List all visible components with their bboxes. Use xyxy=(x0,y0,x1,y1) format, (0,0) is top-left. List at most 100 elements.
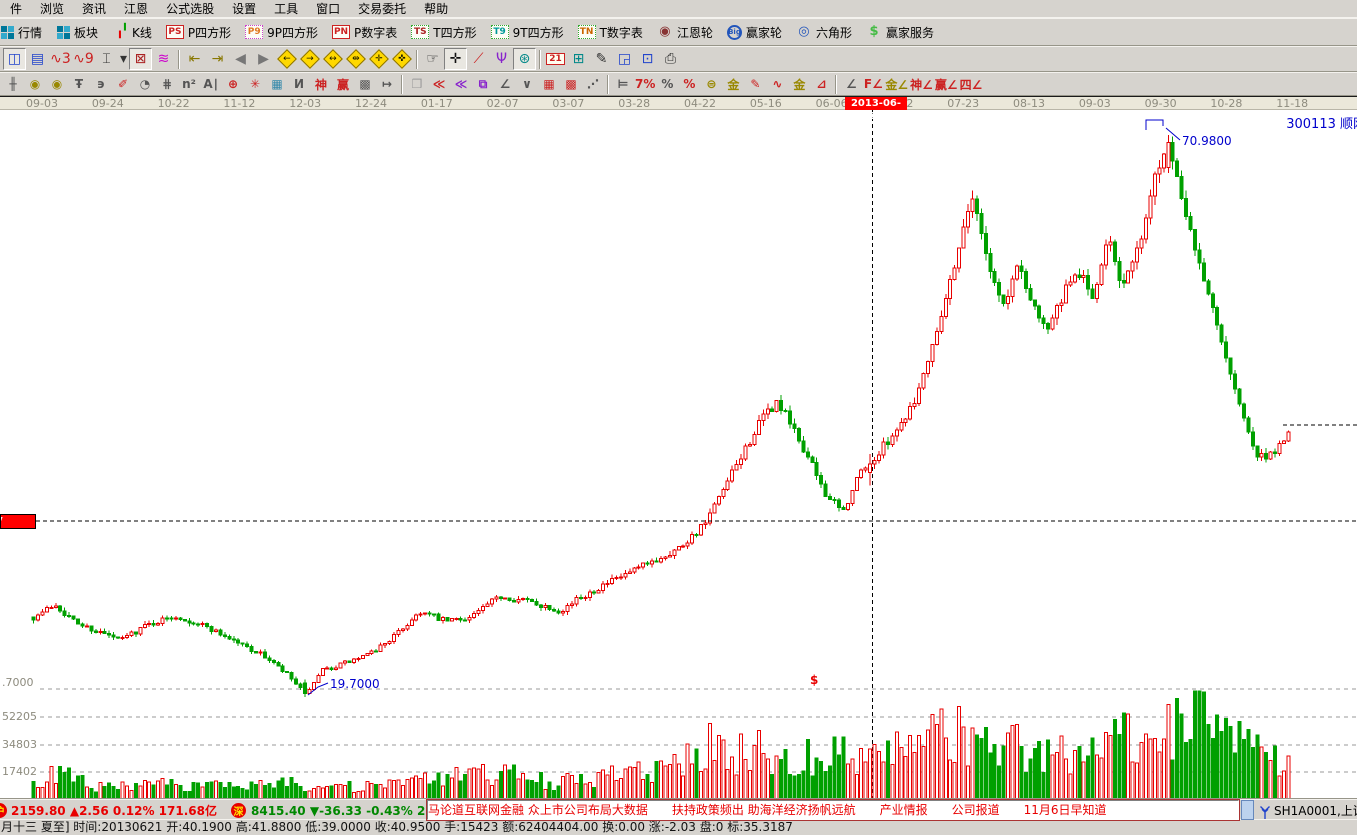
gann-fork-tool-icon[interactable]: Ψ xyxy=(490,48,513,70)
smart-analysis-icon[interactable]: ⊛ xyxy=(513,48,536,70)
view-hexagon[interactable]: ◎六角形 xyxy=(789,20,859,44)
view-t-square[interactable]: TST四方形 xyxy=(404,20,483,44)
v-wave-icon[interactable]: ∨ xyxy=(516,74,538,94)
gann-box-icon[interactable]: ▦ xyxy=(266,74,288,94)
save-icon[interactable]: ◲ xyxy=(613,48,636,70)
notes-icon[interactable]: ✎ xyxy=(590,48,613,70)
compress-h-icon[interactable]: ⇹ xyxy=(344,48,367,70)
grid-red-2-icon[interactable]: ▩ xyxy=(560,74,582,94)
hand-tool-icon[interactable]: ☞ xyxy=(421,48,444,70)
percent-icon[interactable]: % xyxy=(656,74,678,94)
angle-ying-icon[interactable]: 赢∠ xyxy=(934,74,959,94)
gold-wheel-2-icon[interactable]: ◉ xyxy=(46,74,68,94)
spiral-icon[interactable]: ϶ xyxy=(90,74,112,94)
shen-tool-icon[interactable]: 神 xyxy=(310,74,332,94)
menu-item-4[interactable]: 公式选股 xyxy=(157,0,223,18)
next-bar-icon[interactable]: ▶ xyxy=(252,48,275,70)
comb-lines-icon[interactable]: ⋕ xyxy=(156,74,178,94)
angle-four-icon[interactable]: 四∠ xyxy=(959,74,984,94)
last-bar-icon[interactable]: ⇥ xyxy=(206,48,229,70)
prev-bar-icon[interactable]: ◀ xyxy=(229,48,252,70)
calendar-21-icon[interactable]: 21 xyxy=(544,48,567,70)
frame-tool-icon[interactable]: ❒ xyxy=(406,74,428,94)
view-quotes[interactable]: 行情 xyxy=(0,20,49,44)
map-view-icon[interactable]: ⊠ xyxy=(129,48,152,70)
angle-shen-icon[interactable]: 神∠ xyxy=(909,74,934,94)
fan-red-icon[interactable]: ≪ xyxy=(428,74,450,94)
shift-left-icon[interactable]: ← xyxy=(275,48,298,70)
gold-icon[interactable]: 金 xyxy=(788,74,810,94)
expand-h-icon[interactable]: ↔ xyxy=(321,48,344,70)
view-p-table[interactable]: PNP数字表 xyxy=(325,20,404,44)
first-bar-icon[interactable]: ⇤ xyxy=(183,48,206,70)
chart-3min-icon[interactable]: ∿3 xyxy=(49,48,72,70)
expand-all-icon[interactable]: ✛ xyxy=(367,48,390,70)
view-9p-square[interactable]: P99P四方形 xyxy=(238,20,325,44)
time-cycle-icon[interactable]: ◔ xyxy=(134,74,156,94)
menu-item-7[interactable]: 窗口 xyxy=(307,0,349,18)
view-winner-service[interactable]: $赢家服务 xyxy=(859,20,941,44)
extend-arrow-icon[interactable]: ↦ xyxy=(376,74,398,94)
gold-line-icon[interactable]: 金 xyxy=(722,74,744,94)
angle-gold-icon[interactable]: 金∠ xyxy=(884,74,909,94)
shift-right-icon[interactable]: → xyxy=(298,48,321,70)
starburst-icon[interactable]: ✳ xyxy=(244,74,266,94)
fan-purple-icon[interactable]: ≪ xyxy=(450,74,472,94)
market-overview-icon[interactable]: ◫ xyxy=(3,48,26,70)
angle-lines-icon[interactable]: ∠ xyxy=(494,74,516,94)
candlestick-chart[interactable] xyxy=(0,110,1357,799)
grid-red-icon[interactable]: ▦ xyxy=(538,74,560,94)
mirror-line-icon[interactable]: A∣ xyxy=(200,74,222,94)
view-sectors[interactable]: 板块 xyxy=(49,20,105,44)
menu-item-5[interactable]: 设置 xyxy=(223,0,265,18)
target-circle-icon[interactable]: ⊕ xyxy=(222,74,244,94)
three-lines-icon[interactable]: ⋰ xyxy=(582,74,604,94)
percent-strike-icon[interactable]: 7% xyxy=(634,74,656,94)
menu-item-0[interactable]: 件 xyxy=(1,0,31,18)
info-list-icon[interactable]: ▤ xyxy=(26,48,49,70)
menu-item-1[interactable]: 浏览 xyxy=(31,0,73,18)
percent-red-icon[interactable]: % xyxy=(678,74,700,94)
view-9t-square[interactable]: T99T四方形 xyxy=(484,20,571,44)
menu-item-3[interactable]: 江恩 xyxy=(115,0,157,18)
net-box-icon[interactable]: ▩ xyxy=(354,74,376,94)
volume-profile-icon[interactable]: ≋ xyxy=(152,48,175,70)
chart-area[interactable]: 300113 顺网 70.9800 19.7000 $ 7 .7000 5220… xyxy=(0,110,1357,799)
view-gann-wheel[interactable]: ◉江恩轮 xyxy=(650,20,720,44)
gold-ring-icon[interactable]: ⊜ xyxy=(700,74,722,94)
view-t-table[interactable]: TNT数字表 xyxy=(571,20,650,44)
gold-wheel-1-icon[interactable]: ◉ xyxy=(24,74,46,94)
price-scale-icon[interactable]: ⊨ xyxy=(612,74,634,94)
view-p-square[interactable]: PSP四方形 xyxy=(159,20,238,44)
gann-grid-icon[interactable]: ╫ xyxy=(2,74,24,94)
view-kline[interactable]: ╻╹K线 xyxy=(105,20,159,44)
menu-item-9[interactable]: 帮助 xyxy=(415,0,457,18)
angle-f-icon[interactable]: F∠ xyxy=(862,74,884,94)
news-ticker[interactable]: 马论道互联网金融 众上市公司布局大数据 扶持政策频出 助海洋经济扬帆远航 产业情… xyxy=(427,800,1239,820)
fan-box-icon[interactable]: ⧉ xyxy=(472,74,494,94)
brush-red-icon[interactable]: ✎ xyxy=(744,74,766,94)
spray-tool-icon[interactable]: ✐ xyxy=(112,74,134,94)
chart-9min-icon[interactable]: ∿9 xyxy=(72,48,95,70)
kline-style-dropdown[interactable]: ▾ xyxy=(118,48,129,70)
wave-red-icon[interactable]: ∿ xyxy=(766,74,788,94)
view-winner-wheel[interactable]: Big赢家轮 xyxy=(720,20,789,44)
menu-item-6[interactable]: 工具 xyxy=(265,0,307,18)
menu-item-8[interactable]: 交易委托 xyxy=(349,0,415,18)
fit-all-icon[interactable]: ✜ xyxy=(390,48,413,70)
ying-tool-icon[interactable]: 赢 xyxy=(332,74,354,94)
f-ruler-icon[interactable]: Ŧ xyxy=(68,74,90,94)
sh-index-quote[interactable]: 2159.80 ▲2.56 0.12% 171.68亿 xyxy=(11,800,217,820)
n-square-icon[interactable]: n² xyxy=(178,74,200,94)
kline-style-icon[interactable]: ⌶ xyxy=(95,48,118,70)
menu-item-2[interactable]: 资讯 xyxy=(73,0,115,18)
calculator-icon[interactable]: ⊞ xyxy=(567,48,590,70)
crosshair-tool-icon[interactable]: ✛ xyxy=(444,48,467,70)
network-icon[interactable]: ⊡ xyxy=(636,48,659,70)
ticker-scroll-widget[interactable] xyxy=(1241,800,1254,820)
angle-plain-icon[interactable]: ∠ xyxy=(840,74,862,94)
print-icon[interactable]: ⎙ xyxy=(659,48,682,70)
trendline-tool-icon[interactable]: ⟋ xyxy=(467,48,490,70)
k-mark-icon[interactable]: И xyxy=(288,74,310,94)
j-angle-icon[interactable]: ⊿ xyxy=(810,74,832,94)
